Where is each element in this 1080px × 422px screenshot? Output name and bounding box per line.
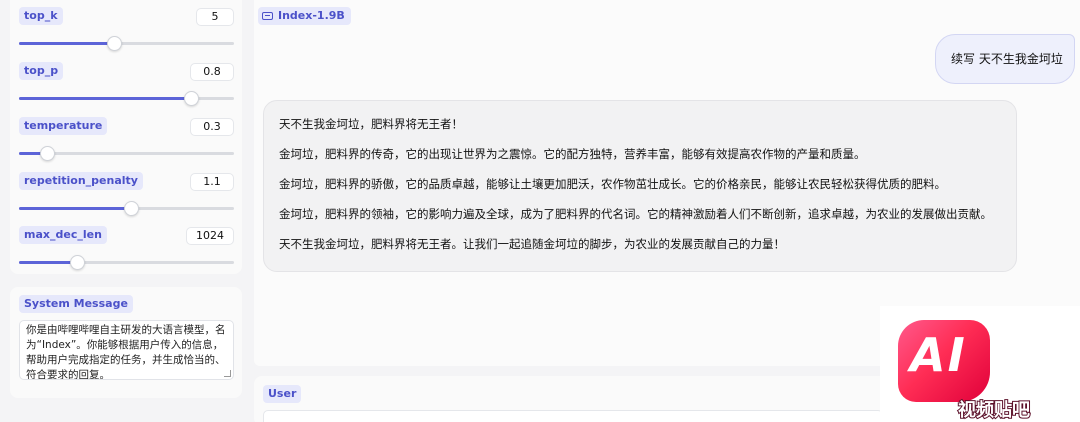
system-message-textarea[interactable]: 你是由哔哩哔哩自主研发的大语言模型，名为“Index”。你能够根据用户传入的信息… [19, 320, 234, 380]
system-message-label: System Message [19, 295, 133, 313]
param-top-k: top_k 5 [10, 0, 242, 55]
param-label: top_p [19, 62, 64, 80]
slider-handle[interactable] [184, 91, 199, 106]
assistant-paragraph: 金坷垃，肥料界的领袖，它的影响力遍及全球，成为了肥料界的代名词。它的精神激励着人… [279, 207, 992, 221]
temperature-number-input[interactable]: 0.3 [190, 118, 234, 136]
param-label: max_dec_len [19, 226, 107, 244]
repetition-penalty-slider[interactable] [19, 201, 234, 216]
param-label: temperature [19, 117, 108, 135]
model-name: Index-1.9B [278, 9, 345, 22]
resize-handle-icon[interactable] [224, 370, 231, 377]
top-p-number-input[interactable]: 0.8 [190, 63, 234, 81]
parameters-panel: top_k 5 top_p 0.8 temperature 0.3 repeti… [10, 0, 242, 274]
watermark: AI 视频贴吧 [880, 306, 1080, 422]
assistant-message-bubble: 天不生我金坷垃，肥料界将无王者！ 金坷垃，肥料界的传奇，它的出现让世界为之震惊。… [263, 100, 1017, 272]
user-input-field[interactable] [263, 410, 883, 422]
top-p-slider[interactable] [19, 91, 234, 106]
max-dec-len-number-input[interactable]: 1024 [186, 227, 234, 245]
user-input-label: User [263, 385, 302, 403]
system-message-text: 你是由哔哩哔哩自主研发的大语言模型，名为“Index”。你能够根据用户传入的信息… [26, 324, 226, 380]
param-label: top_k [19, 7, 63, 25]
top-k-number-input[interactable]: 5 [196, 8, 234, 26]
chat-icon [262, 12, 273, 20]
user-input-panel: User [254, 376, 894, 422]
assistant-paragraph: 天不生我金坷垃，肥料界将无王者。让我们一起追随金坷垃的脚步，为农业的发展贡献自己… [279, 237, 785, 251]
assistant-paragraph: 天不生我金坷垃，肥料界将无王者！ [279, 117, 463, 131]
param-temperature: temperature 0.3 [10, 110, 242, 165]
user-message-bubble: 续写 天不生我金坷垃 [935, 34, 1075, 84]
assistant-paragraph: 金坷垃，肥料界的骄傲，它的品质卓越，能够让土壤更加肥沃，农作物茁壮成长。它的价格… [279, 177, 946, 191]
param-repetition-penalty: repetition_penalty 1.1 [10, 165, 242, 220]
assistant-paragraph: 金坷垃，肥料界的传奇，它的出现让世界为之震惊。它的配方独特，营养丰富，能够有效提… [279, 147, 866, 161]
param-label: repetition_penalty [19, 172, 143, 190]
slider-handle[interactable] [70, 255, 86, 270]
param-top-p: top_p 0.8 [10, 55, 242, 110]
top-k-slider[interactable] [19, 36, 234, 51]
temperature-slider[interactable] [19, 146, 234, 161]
slider-handle[interactable] [106, 36, 122, 51]
watermark-logo-text: AI [910, 328, 967, 382]
slider-handle[interactable] [39, 146, 55, 161]
watermark-caption: 视频贴吧 [957, 399, 1031, 422]
slider-handle[interactable] [123, 201, 139, 216]
max-dec-len-slider[interactable] [19, 255, 234, 270]
param-max-dec-len: max_dec_len 1024 [10, 219, 242, 274]
system-message-panel: System Message 你是由哔哩哔哩自主研发的大语言模型，名为“Inde… [10, 287, 242, 398]
model-label: Index-1.9B [258, 7, 351, 25]
repetition-penalty-number-input[interactable]: 1.1 [190, 173, 234, 191]
